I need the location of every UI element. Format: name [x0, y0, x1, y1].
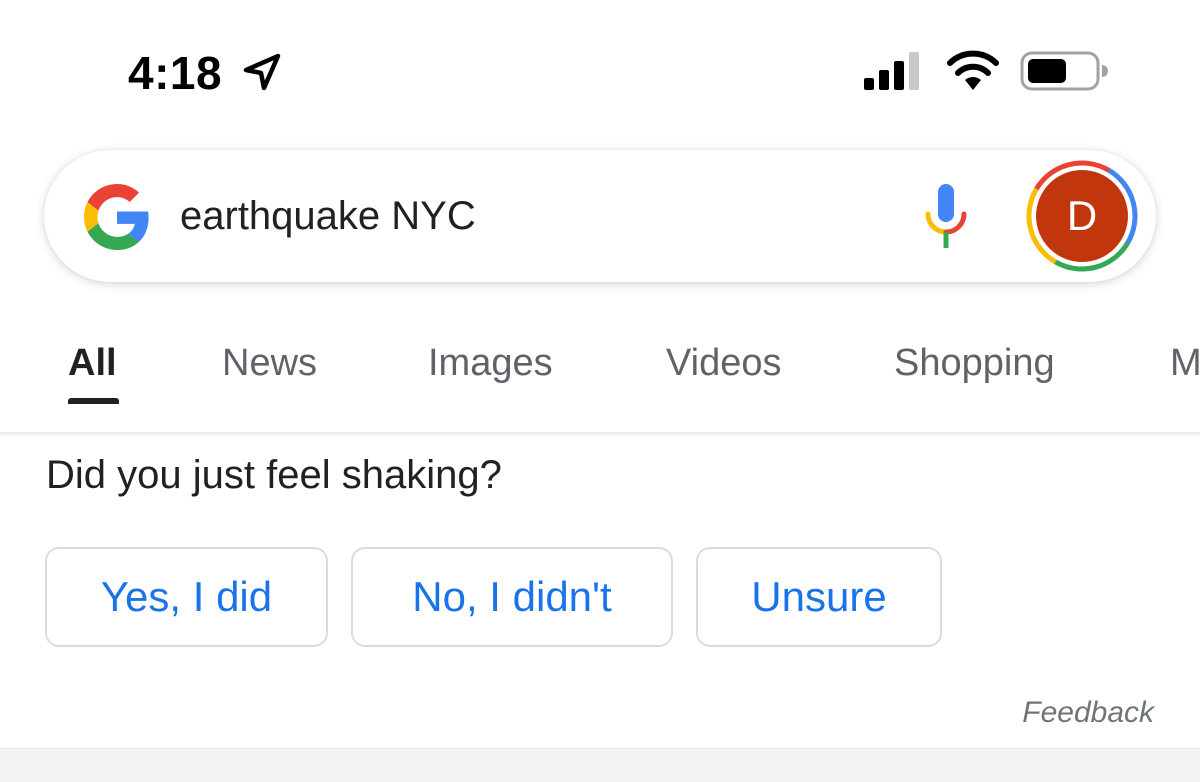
status-time: 4:18 — [128, 47, 223, 99]
location-arrow-icon — [243, 53, 281, 91]
no-i-didnt-button[interactable]: No, I didn't — [351, 547, 673, 647]
cellular-signal-icon — [864, 52, 919, 90]
unsure-button[interactable]: Unsure — [696, 547, 942, 647]
tab-images[interactable]: Images — [428, 342, 553, 385]
wifi-icon — [947, 50, 999, 90]
battery-icon — [1020, 51, 1108, 91]
tab-videos[interactable]: Videos — [666, 342, 782, 385]
yes-i-did-button[interactable]: Yes, I did — [45, 547, 328, 647]
search-input[interactable]: earthquake NYC — [180, 194, 476, 239]
search-tabs: All News Images Videos Shopping M — [0, 320, 1200, 434]
avatar-letter: D — [1066, 192, 1098, 239]
status-bar: 4:18 — [0, 0, 1200, 130]
microphone-icon[interactable] — [920, 182, 972, 250]
feedback-link[interactable]: Feedback — [1022, 696, 1154, 730]
google-g-icon — [84, 184, 149, 250]
tab-shopping[interactable]: Shopping — [894, 342, 1055, 385]
tab-all[interactable]: All — [68, 342, 117, 385]
tabs-divider — [0, 432, 1200, 438]
active-tab-indicator — [68, 398, 119, 404]
tab-news[interactable]: News — [222, 342, 317, 385]
avatar[interactable]: D — [1036, 170, 1128, 262]
tab-more[interactable]: M — [1170, 342, 1200, 385]
card-question: Did you just feel shaking? — [46, 453, 502, 497]
card-separator — [0, 748, 1200, 782]
